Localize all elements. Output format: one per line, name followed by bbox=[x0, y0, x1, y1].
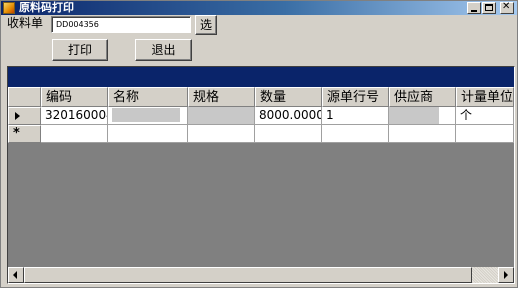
new-cell-spec[interactable] bbox=[188, 125, 255, 143]
header-corner[interactable] bbox=[8, 87, 41, 107]
column-header-code[interactable]: 编码 bbox=[41, 87, 108, 107]
column-header-quantity[interactable]: 数量 bbox=[255, 87, 322, 107]
maximize-button[interactable] bbox=[482, 2, 496, 14]
masked-value bbox=[188, 107, 254, 124]
close-icon: ✕ bbox=[502, 1, 511, 12]
exit-button[interactable]: 退出 bbox=[135, 39, 192, 61]
new-cell-code[interactable] bbox=[41, 125, 108, 143]
minimize-icon bbox=[471, 10, 477, 12]
receipt-number-input[interactable]: DD004356 bbox=[51, 16, 191, 33]
maximize-icon bbox=[485, 4, 493, 11]
cell-unit[interactable]: 个 bbox=[456, 107, 514, 125]
table-row[interactable]: 320160004 8000.0000 1 个 bbox=[8, 107, 514, 125]
arrow-right-icon bbox=[504, 271, 508, 279]
column-header-supplier[interactable]: 供应商 bbox=[389, 87, 456, 107]
new-cell-source-line[interactable] bbox=[322, 125, 389, 143]
scroll-left-button[interactable] bbox=[8, 267, 24, 283]
cell-code[interactable]: 320160004 bbox=[41, 107, 108, 125]
horizontal-scrollbar[interactable] bbox=[8, 267, 514, 283]
cell-name[interactable] bbox=[108, 107, 188, 125]
new-cell-supplier[interactable] bbox=[389, 125, 456, 143]
new-row-marker-icon: * bbox=[13, 126, 20, 141]
masked-value bbox=[389, 107, 439, 124]
row-selector-current[interactable] bbox=[8, 107, 41, 125]
masked-value bbox=[112, 108, 180, 122]
new-row[interactable]: * bbox=[8, 125, 514, 143]
cell-quantity[interactable]: 8000.0000 bbox=[255, 107, 322, 125]
grid-caption-bar bbox=[8, 67, 514, 87]
new-cell-name[interactable] bbox=[108, 125, 188, 143]
receipt-label: 收料单 bbox=[7, 16, 44, 30]
material-grid[interactable]: 编码 名称 规格 数量 源单行号 供应商 计量单位 320160004 8000… bbox=[7, 66, 515, 284]
window-title: 原料码打印 bbox=[19, 1, 74, 14]
app-icon bbox=[3, 2, 15, 14]
column-header-spec[interactable]: 规格 bbox=[188, 87, 255, 107]
cell-spec[interactable] bbox=[188, 107, 255, 125]
minimize-button[interactable] bbox=[467, 2, 481, 14]
cell-supplier[interactable] bbox=[389, 107, 456, 125]
scroll-thumb[interactable] bbox=[24, 267, 472, 283]
title-bar[interactable]: 原料码打印 ✕ bbox=[1, 1, 517, 15]
column-header-source-line[interactable]: 源单行号 bbox=[322, 87, 389, 107]
arrow-left-icon bbox=[13, 271, 17, 279]
new-cell-quantity[interactable] bbox=[255, 125, 322, 143]
close-button[interactable]: ✕ bbox=[500, 1, 514, 14]
column-header-unit[interactable]: 计量单位 bbox=[456, 87, 514, 107]
scroll-right-button[interactable] bbox=[498, 267, 514, 283]
grid-header-row: 编码 名称 规格 数量 源单行号 供应商 计量单位 bbox=[8, 87, 514, 107]
new-cell-unit[interactable] bbox=[456, 125, 514, 143]
print-button[interactable]: 打印 bbox=[52, 39, 108, 61]
app-window: 原料码打印 ✕ 收料单 DD004356 选 打印 退出 编码 名称 规格 数量… bbox=[0, 0, 518, 288]
current-row-arrow-icon bbox=[15, 112, 20, 120]
cell-source-line[interactable]: 1 bbox=[322, 107, 389, 125]
row-selector-new[interactable]: * bbox=[8, 125, 41, 143]
column-header-name[interactable]: 名称 bbox=[108, 87, 188, 107]
select-receipt-button[interactable]: 选 bbox=[195, 15, 217, 35]
